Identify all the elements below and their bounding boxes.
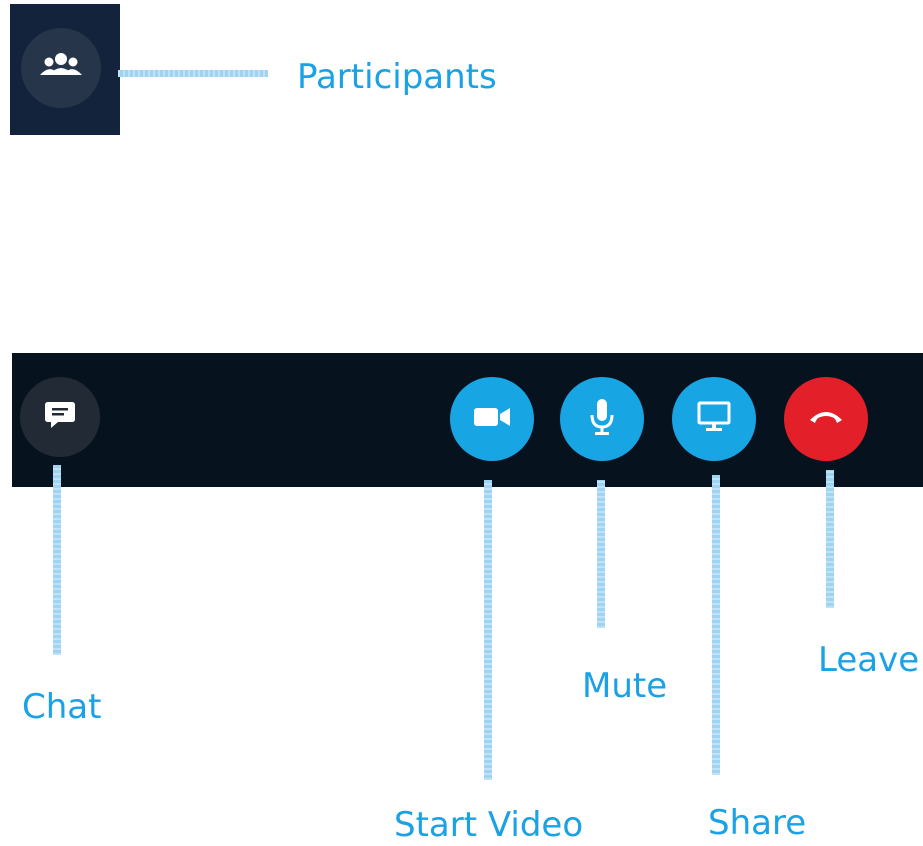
people-icon [39, 51, 83, 85]
share-button[interactable] [672, 377, 756, 461]
chat-button[interactable] [20, 377, 100, 457]
start-video-button[interactable] [450, 377, 534, 461]
start-video-callout-line [484, 480, 492, 780]
meeting-toolbar [12, 353, 923, 487]
mute-label: Mute [582, 666, 668, 706]
video-camera-icon [473, 405, 511, 433]
mute-button[interactable] [560, 377, 644, 461]
mute-callout-line [597, 480, 605, 628]
monitor-icon [697, 401, 731, 437]
participants-button[interactable] [21, 28, 101, 108]
chat-label: Chat [22, 687, 102, 727]
hang-up-icon [808, 408, 844, 430]
start-video-label: Start Video [394, 805, 584, 845]
leave-label: Leave [818, 640, 920, 680]
chat-icon [44, 400, 76, 434]
leave-callout-line [826, 470, 834, 608]
share-label: Share [708, 803, 807, 843]
participants-label: Participants [297, 57, 497, 97]
microphone-icon [589, 398, 615, 440]
share-callout-line [712, 475, 720, 775]
leave-button[interactable] [784, 377, 868, 461]
participants-callout-line [118, 70, 268, 77]
chat-callout-line [53, 465, 61, 655]
participants-panel [10, 4, 120, 135]
